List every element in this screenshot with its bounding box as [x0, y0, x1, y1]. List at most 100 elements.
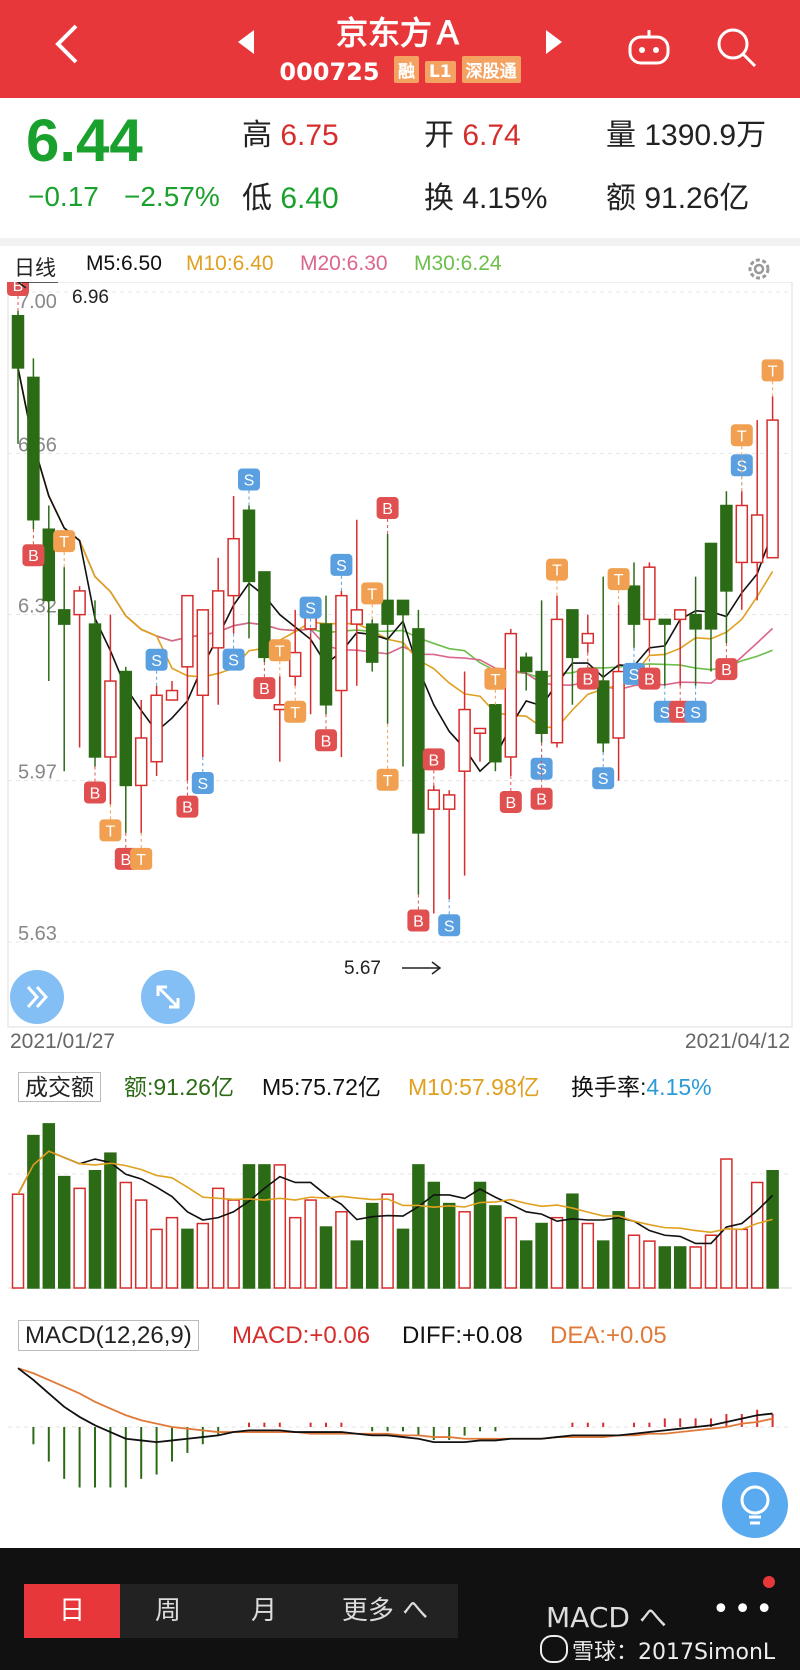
amount-bar: [581, 1222, 595, 1289]
trade-mark-label: B: [321, 733, 332, 750]
amount-bar: [319, 1226, 333, 1289]
candle-body: [242, 509, 256, 583]
tab-week[interactable]: 周: [120, 1584, 216, 1638]
candle-body: [643, 566, 656, 621]
amount-legend: 额:91.26亿: [124, 1074, 234, 1100]
price-change: −0.17: [28, 181, 99, 212]
trade-mark-label: S: [659, 705, 670, 722]
volume-row: 量 1390.9万: [606, 110, 766, 154]
robot-button[interactable]: [626, 28, 672, 70]
x-date-start: 2021/01/27: [10, 1030, 115, 1053]
amount-bar: [412, 1164, 425, 1289]
amount-bar: [519, 1240, 533, 1289]
open-row: 开 6.74: [424, 110, 521, 154]
trade-mark-label: T: [290, 705, 300, 722]
volume-panel-title[interactable]: 成交额: [18, 1068, 101, 1102]
more-menu-button[interactable]: •••: [712, 1592, 777, 1627]
amount-row: 额 91.26亿: [606, 173, 749, 217]
high-row: 高 6.75: [242, 110, 339, 154]
candle-body: [73, 590, 86, 616]
candle-body: [181, 594, 194, 668]
candle-body: [612, 670, 625, 739]
candle-body: [489, 704, 502, 763]
amount-bar: [165, 1216, 179, 1289]
amount-bar: [612, 1211, 625, 1289]
y-tick-label: 5.97: [18, 762, 57, 784]
candle-body: [365, 623, 379, 663]
trade-mark-label: S: [690, 705, 701, 722]
candlestick-chart[interactable]: 7.006.666.325.975.63 BBTBTBTSBSSSBTTSBST…: [0, 282, 800, 1060]
candle-body: [504, 632, 518, 758]
macd-panel-title[interactable]: MACD(12,26,9): [18, 1320, 199, 1351]
amount-bar: [104, 1152, 117, 1289]
app-header: 京东方Ａ 000725 融 L1 深股通: [0, 0, 800, 98]
tab-more[interactable]: 更多 へ: [312, 1584, 458, 1638]
amount-bar: [766, 1170, 779, 1289]
stock-code: 000725: [279, 58, 380, 86]
candle-body: [319, 623, 333, 706]
ma30-line: [17, 367, 773, 680]
trade-mark-label: B: [259, 681, 270, 698]
amount-m5-legend: M5:75.72亿: [262, 1074, 381, 1100]
trade-mark-label: T: [491, 672, 501, 689]
amount-bar: [473, 1181, 487, 1289]
trade-mark-label: S: [151, 653, 162, 670]
candle-body: [473, 727, 487, 734]
amount-bar: [304, 1199, 317, 1289]
prev-stock-button[interactable]: [238, 30, 254, 54]
trade-mark-label: S: [305, 601, 316, 618]
trade-mark-label: B: [721, 662, 732, 679]
candle-body: [550, 618, 564, 744]
volume-value: 1390.9万: [644, 119, 767, 152]
high-label: 高: [242, 119, 272, 152]
trade-mark-label: S: [197, 776, 208, 793]
trade-mark-label: T: [136, 852, 146, 869]
candle-body: [442, 794, 456, 810]
trade-mark-label: T: [614, 572, 624, 589]
double-chevron-icon: [26, 985, 49, 1009]
expand-button[interactable]: [141, 970, 195, 1024]
trade-mark-label: B: [90, 785, 101, 802]
candle-body: [119, 670, 133, 787]
trade-mark-label: B: [505, 795, 516, 812]
turnover-label: 换: [424, 182, 454, 215]
ma20-legend: M20:6.30: [300, 252, 388, 275]
tab-day[interactable]: 日: [24, 1584, 120, 1638]
amount-bar: [658, 1246, 672, 1289]
candle-body: [42, 528, 56, 602]
trade-mark-label: T: [59, 534, 69, 551]
macd-chart[interactable]: [0, 1360, 800, 1546]
trade-mark-label: T: [552, 563, 562, 580]
tab-month[interactable]: 月: [216, 1584, 312, 1638]
indicator-selector[interactable]: MACD へ: [546, 1596, 667, 1636]
expand-arrows-icon: [156, 985, 180, 1009]
amount-bar: [750, 1181, 764, 1289]
robot-icon: [628, 30, 670, 65]
diff-legend: DIFF:+0.08: [402, 1322, 523, 1349]
candle-body: [288, 651, 302, 678]
trade-mark-label: T: [275, 643, 285, 660]
candle-body: [519, 656, 533, 673]
candle-body: [673, 609, 687, 621]
trade-mark-label: T: [367, 586, 377, 603]
lightbulb-button[interactable]: [722, 1472, 788, 1538]
candle-body: [196, 609, 210, 697]
dea-legend: DEA:+0.05: [550, 1322, 667, 1349]
candle-body: [720, 504, 733, 592]
amount-bar: [504, 1216, 518, 1289]
turnover-row: 换 4.15%: [424, 173, 547, 217]
low-label: 低: [242, 182, 272, 215]
tag-level: L1: [424, 61, 456, 83]
amount-label: 额: [606, 182, 636, 215]
bottom-toolbar: 日 周 月 更多 へ MACD へ ••• 雪球：2017SimonL: [0, 1548, 800, 1670]
next-stock-button[interactable]: [546, 30, 562, 54]
candle-body: [227, 537, 240, 597]
collapse-button[interactable]: [10, 970, 64, 1024]
trade-mark-label: B: [644, 672, 655, 689]
turnover-value: 4.15%: [462, 182, 548, 215]
candle-body: [658, 618, 672, 625]
trade-mark-label: B: [28, 548, 39, 565]
search-button[interactable]: [715, 26, 759, 74]
amount-bar-chart[interactable]: [0, 1108, 800, 1290]
trade-mark-label: T: [737, 428, 747, 445]
